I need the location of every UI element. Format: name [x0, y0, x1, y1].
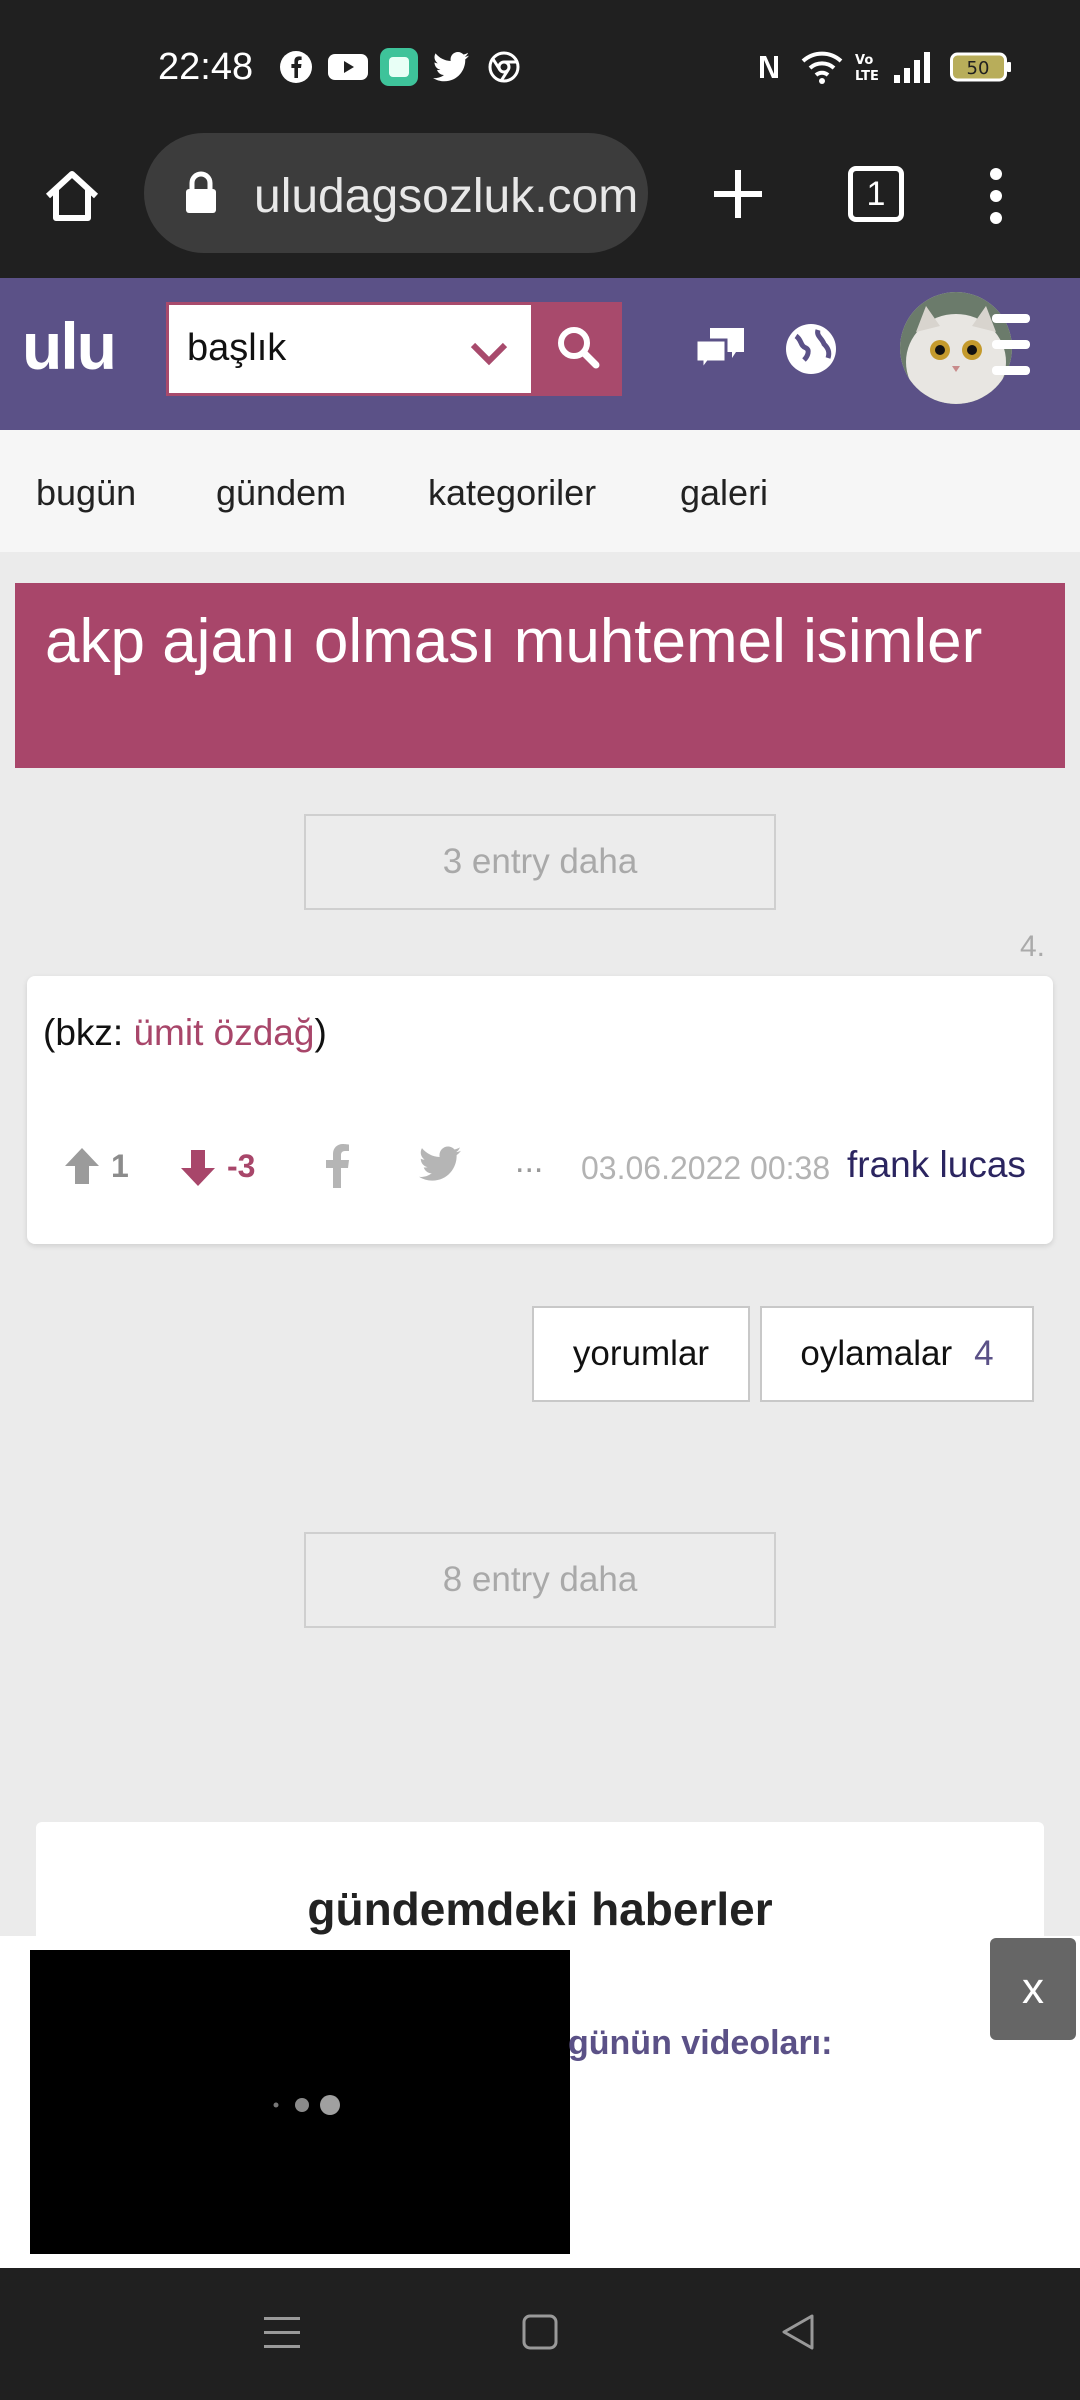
site-header: ulu başlık — [0, 278, 1080, 430]
browser-toolbar: uludagsozluk.com 1 — [0, 130, 1080, 278]
twitter-icon — [432, 50, 470, 84]
android-nav-bar — [0, 2268, 1080, 2400]
entry-footer: 1 -3 ... 03.06.2022 00:38 frank lucas — [27, 1136, 1053, 1196]
entry-text: (bkz: ümit özdağ) — [43, 1012, 327, 1054]
upvote-count: 1 — [111, 1148, 129, 1184]
nfc-icon — [754, 50, 784, 84]
tab-galeri[interactable]: galeri — [680, 472, 768, 514]
tab-bugun[interactable]: bugün — [36, 472, 136, 514]
volte-icon: Vo LTE — [852, 50, 882, 84]
menu-icon[interactable] — [992, 310, 1032, 385]
tab-kategoriler[interactable]: kategoriler — [428, 472, 596, 514]
url-text: uludagsozluk.com — [254, 170, 639, 223]
globe-icon[interactable] — [784, 322, 838, 381]
youtube-icon — [328, 50, 368, 84]
topic-title-box: akp ajanı olması muhtemel isimler — [15, 583, 1065, 768]
votes-count: 4 — [974, 1334, 994, 1373]
close-video-button[interactable]: x — [990, 1938, 1076, 2040]
search-icon — [554, 323, 602, 376]
entry-text-suffix: ) — [314, 1012, 327, 1053]
entry-more-button[interactable]: ... — [515, 1142, 543, 1181]
page-title[interactable]: akp ajanı olması muhtemel isimler — [45, 611, 1035, 673]
svg-text:Vo: Vo — [855, 53, 873, 68]
entry-link[interactable]: ümit özdağ — [133, 1012, 314, 1053]
downvote-icon[interactable] — [179, 1148, 217, 1193]
nav-tabs: bugün gündem kategoriler galeri — [0, 430, 1080, 552]
chevron-down-icon[interactable] — [469, 339, 509, 372]
battery-icon: 50 — [950, 50, 1012, 84]
downvote-count: -3 — [227, 1148, 256, 1184]
news-heading: gündemdeki haberler — [307, 1883, 773, 1935]
entry-card: (bkz: ümit özdağ) 1 -3 ... 03.06.2022 00… — [27, 976, 1053, 1244]
entry-author[interactable]: frank lucas — [847, 1144, 1026, 1186]
site-logo[interactable]: ulu — [22, 308, 117, 384]
entry-text-prefix: (bkz: — [43, 1012, 134, 1053]
facebook-share-icon[interactable] — [323, 1144, 351, 1193]
load-more-after-button[interactable]: 8 entry daha — [304, 1532, 776, 1628]
video-ad-panel: günün videoları: x — [0, 1936, 1080, 2268]
tab-gundem[interactable]: gündem — [216, 472, 346, 514]
home-icon[interactable] — [40, 164, 104, 228]
twitter-share-icon[interactable] — [419, 1146, 461, 1187]
new-tab-icon[interactable] — [710, 166, 766, 227]
search-input[interactable]: başlık — [166, 302, 534, 396]
signal-icon — [892, 50, 936, 84]
video-player[interactable] — [30, 1950, 570, 2254]
more-menu-icon[interactable] — [982, 166, 1010, 231]
home-nav-icon[interactable] — [520, 2312, 560, 2357]
app-icon — [380, 48, 418, 86]
entry-number: 4. — [1020, 930, 1046, 963]
recent-apps-icon[interactable] — [262, 2314, 302, 2357]
load-more-before-button[interactable]: 3 entry daha — [304, 814, 776, 910]
messages-icon[interactable] — [694, 324, 748, 379]
svg-text:LTE: LTE — [855, 69, 879, 84]
svg-text:50: 50 — [967, 58, 990, 79]
facebook-icon — [278, 50, 314, 84]
votes-button[interactable]: oylamalar 4 — [760, 1306, 1034, 1402]
votes-label: oylamalar — [800, 1334, 953, 1373]
back-icon[interactable] — [778, 2312, 818, 2357]
status-bar: 22:48 Vo LTE 50 — [0, 0, 1080, 130]
url-bar[interactable]: uludagsozluk.com — [144, 133, 648, 253]
lock-icon — [184, 171, 218, 220]
search-button[interactable] — [534, 302, 622, 396]
entry-date[interactable]: 03.06.2022 00:38 — [581, 1150, 830, 1187]
video-label: günün videoları: — [568, 2024, 833, 2062]
loading-dots-icon — [268, 2090, 348, 2125]
status-time: 22:48 — [158, 46, 254, 88]
search-input-value: başlık — [187, 327, 287, 369]
wifi-icon — [800, 50, 844, 84]
chrome-icon — [486, 50, 522, 84]
tab-switcher-button[interactable]: 1 — [848, 166, 904, 222]
upvote-icon[interactable] — [63, 1146, 101, 1191]
comments-button[interactable]: yorumlar — [532, 1306, 750, 1402]
